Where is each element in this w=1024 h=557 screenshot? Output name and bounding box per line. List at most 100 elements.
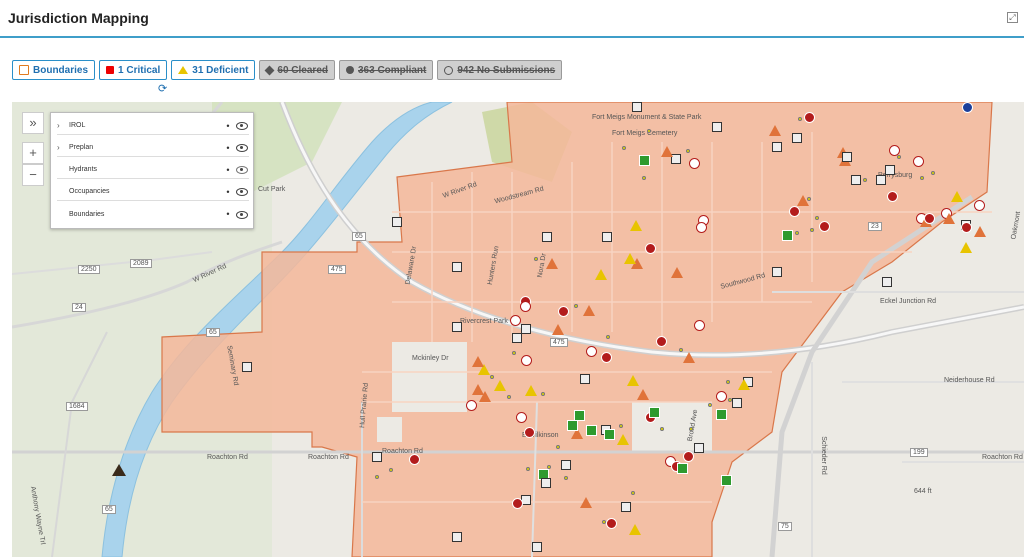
building-marker-icon[interactable] <box>885 165 896 176</box>
map-view[interactable]: Fort Meigs Monument & State Park Fort Me… <box>12 102 1024 557</box>
building-marker-icon[interactable] <box>541 478 552 489</box>
building-marker-icon[interactable] <box>621 502 632 513</box>
irol-marker-icon[interactable] <box>585 425 597 437</box>
building-marker-icon[interactable] <box>580 374 591 385</box>
hydrant-marker-icon[interactable] <box>695 221 707 233</box>
critical-marker-icon[interactable] <box>962 102 973 113</box>
building-marker-icon[interactable] <box>882 277 892 287</box>
deficient-marker-icon[interactable] <box>471 355 484 367</box>
building-marker-icon[interactable] <box>671 153 682 164</box>
building-marker-icon[interactable] <box>694 443 705 454</box>
deficient-marker-icon[interactable] <box>580 496 593 508</box>
eye-off-icon[interactable] <box>235 165 249 174</box>
building-marker-icon[interactable] <box>242 362 252 372</box>
eye-icon[interactable] <box>235 143 249 152</box>
deficient-marker-icon[interactable] <box>552 323 565 335</box>
deficient-marker-icon[interactable] <box>671 267 684 279</box>
preplan-marker-icon[interactable] <box>960 221 972 233</box>
hydrant-marker-icon[interactable] <box>520 355 532 367</box>
building-marker-icon[interactable] <box>772 142 782 152</box>
more-icon[interactable]: • <box>221 121 235 131</box>
deficient-marker-icon[interactable] <box>660 145 673 157</box>
building-marker-icon[interactable] <box>732 397 743 408</box>
more-icon[interactable]: • <box>221 209 235 219</box>
deficient-marker-icon[interactable] <box>624 252 637 264</box>
more-icon[interactable]: • <box>221 165 235 175</box>
deficient-marker-icon[interactable] <box>951 190 964 202</box>
eye-icon[interactable] <box>235 121 249 130</box>
building-marker-icon[interactable] <box>602 232 612 242</box>
irol-marker-icon[interactable] <box>781 229 793 241</box>
building-marker-icon[interactable] <box>542 232 552 242</box>
deficient-marker-icon[interactable] <box>494 380 507 392</box>
layer-row-hydrants[interactable]: Hydrants • <box>57 161 249 179</box>
building-marker-icon[interactable] <box>772 267 782 277</box>
building-marker-icon[interactable] <box>452 322 462 332</box>
irol-marker-icon[interactable] <box>604 428 616 440</box>
building-marker-icon[interactable] <box>561 459 572 470</box>
more-icon[interactable]: • <box>221 143 235 153</box>
eye-icon[interactable] <box>235 210 249 219</box>
deficient-marker-icon[interactable] <box>546 257 559 269</box>
deficient-marker-icon[interactable] <box>472 383 485 395</box>
cleared-filter-button[interactable]: 60 Cleared <box>259 60 335 80</box>
deficient-filter-button[interactable]: 31 Deficient <box>171 60 256 80</box>
preplan-marker-icon[interactable] <box>606 517 617 529</box>
deficient-marker-icon[interactable] <box>594 268 607 280</box>
building-marker-icon[interactable] <box>712 122 722 132</box>
boundaries-filter-button[interactable]: Boundaries <box>12 60 96 80</box>
preplan-marker-icon[interactable] <box>804 111 816 123</box>
irol-marker-icon[interactable] <box>567 420 579 432</box>
deficient-marker-icon[interactable] <box>627 374 640 386</box>
building-marker-icon[interactable] <box>512 332 523 343</box>
no-submissions-filter-button[interactable]: 942 No Submissions <box>437 60 563 80</box>
hydrant-marker-icon[interactable] <box>716 390 728 402</box>
building-marker-icon[interactable] <box>842 152 852 162</box>
refresh-icon[interactable]: ⟳ <box>158 82 167 95</box>
deficient-marker-icon[interactable] <box>583 304 596 316</box>
building-marker-icon[interactable] <box>372 452 382 462</box>
layer-row-preplan[interactable]: › Preplan • <box>57 139 249 157</box>
irol-marker-icon[interactable] <box>720 475 732 487</box>
building-marker-icon[interactable] <box>392 217 402 227</box>
preplan-marker-icon[interactable] <box>644 243 656 255</box>
layer-row-boundaries[interactable]: Boundaries • <box>57 205 249 223</box>
building-marker-icon[interactable] <box>520 324 531 335</box>
eye-icon[interactable] <box>235 187 249 196</box>
building-marker-icon[interactable] <box>791 133 802 144</box>
preplan-marker-icon[interactable] <box>512 497 524 509</box>
expand-icon[interactable]: ⤢ <box>1007 12 1018 23</box>
hydrant-marker-icon[interactable] <box>888 144 900 156</box>
deficient-marker-icon[interactable] <box>973 225 986 237</box>
zoom-in-button[interactable]: + <box>22 142 44 164</box>
deficient-marker-icon[interactable] <box>630 220 643 232</box>
preplan-marker-icon[interactable] <box>655 335 667 347</box>
irol-marker-icon[interactable] <box>638 155 650 167</box>
chevron-right-icon[interactable]: › <box>57 143 69 152</box>
building-marker-icon[interactable] <box>532 542 542 552</box>
deficient-marker-icon[interactable] <box>960 241 973 253</box>
zoom-out-button[interactable]: − <box>22 164 44 186</box>
more-icon[interactable]: • <box>221 187 235 197</box>
deficient-marker-icon[interactable] <box>112 464 126 476</box>
building-marker-icon[interactable] <box>876 174 887 185</box>
preplan-marker-icon[interactable] <box>788 205 800 217</box>
hydrant-marker-icon[interactable] <box>974 199 986 211</box>
building-marker-icon[interactable] <box>452 532 462 542</box>
hydrant-marker-icon[interactable] <box>520 300 532 312</box>
building-marker-icon[interactable] <box>850 175 861 186</box>
building-marker-icon[interactable] <box>452 262 462 272</box>
layer-row-occupancies[interactable]: Occupancies • <box>57 183 249 201</box>
layer-row-irol[interactable]: › IROL • <box>57 117 249 135</box>
hydrant-marker-icon[interactable] <box>465 400 477 412</box>
deficient-marker-icon[interactable] <box>637 388 650 400</box>
deficient-marker-icon[interactable] <box>683 352 696 364</box>
irol-marker-icon[interactable] <box>715 409 727 421</box>
deficient-marker-icon[interactable] <box>769 124 782 136</box>
preplan-marker-icon[interactable] <box>886 190 898 202</box>
deficient-marker-icon[interactable] <box>942 212 955 224</box>
irol-marker-icon[interactable] <box>649 406 661 418</box>
deficient-marker-icon[interactable] <box>616 434 629 446</box>
compliant-filter-button[interactable]: 363 Compliant <box>339 60 434 80</box>
deficient-marker-icon[interactable] <box>628 524 641 536</box>
